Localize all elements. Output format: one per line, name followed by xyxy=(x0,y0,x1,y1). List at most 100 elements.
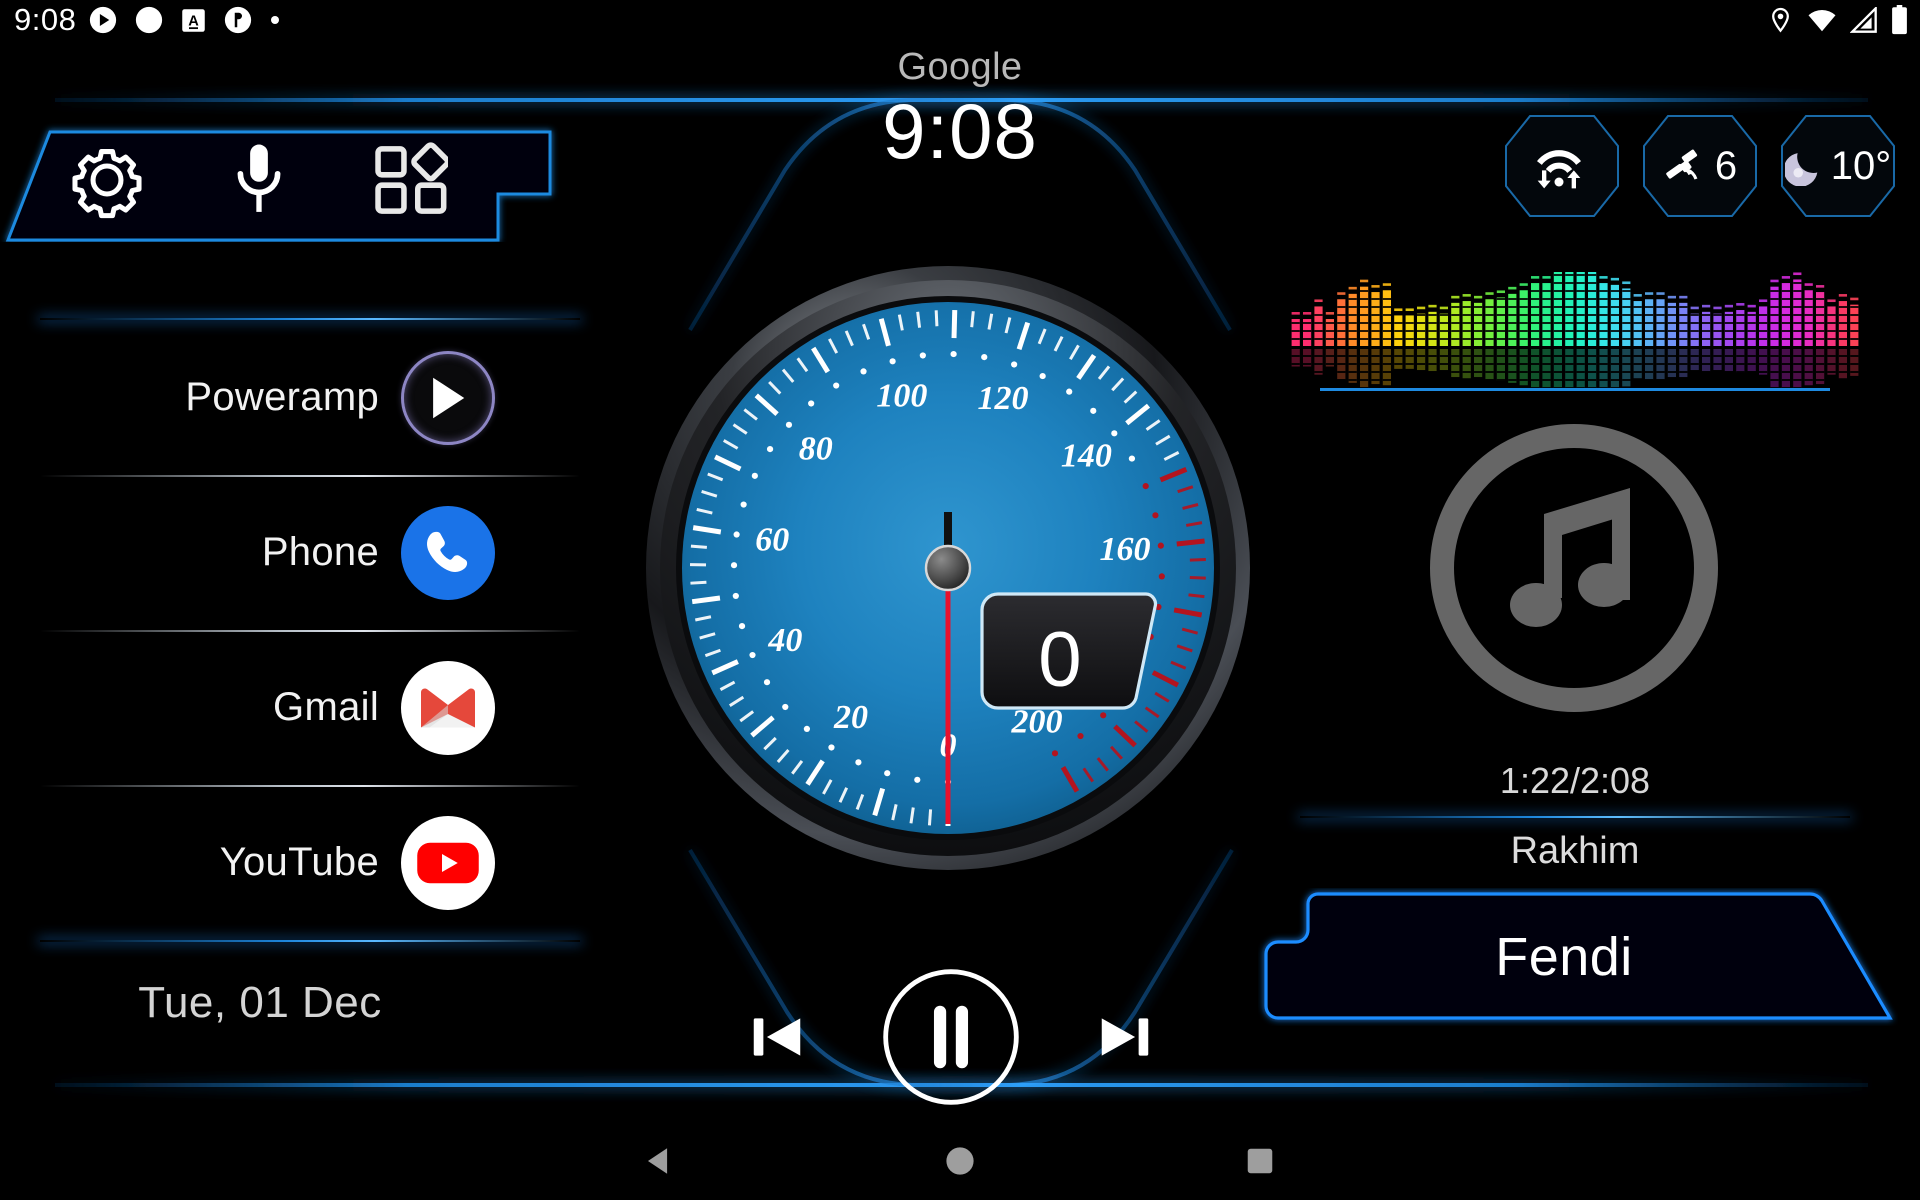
home-circle-icon xyxy=(946,1147,974,1175)
equalizer-bar xyxy=(1428,311,1437,346)
record-circle-icon xyxy=(135,6,163,34)
status-bar: 9:08 A xyxy=(0,0,1920,40)
equalizer-bar xyxy=(1793,279,1802,346)
gauge-tick-label: 100 xyxy=(876,378,927,415)
track-title: Fendi xyxy=(1495,927,1633,987)
gauge-tick-label: 80 xyxy=(799,430,833,467)
equalizer-bar xyxy=(1816,292,1825,346)
list-item[interactable]: Gmail xyxy=(0,630,580,787)
app-icon-poweramp[interactable] xyxy=(401,350,495,445)
track-title-panel[interactable]: Fendi xyxy=(1258,888,1898,1026)
previous-track-button[interactable] xyxy=(746,1006,808,1068)
equalizer-bar xyxy=(1439,313,1449,346)
list-item[interactable]: YouTube xyxy=(0,785,580,942)
svg-text:A: A xyxy=(188,13,199,29)
recents-square-icon xyxy=(1247,1148,1273,1174)
gauge-tick-label: 120 xyxy=(978,380,1029,417)
music-note-icon xyxy=(1510,488,1630,627)
all-apps-button[interactable] xyxy=(372,141,451,223)
quick-actions-panel xyxy=(0,122,570,242)
app-label: Phone xyxy=(261,530,379,574)
gps-badge[interactable]: 6 xyxy=(1638,110,1762,222)
apps-grid-icon xyxy=(375,141,451,214)
app-label: Poweramp xyxy=(185,375,379,419)
equalizer-bar xyxy=(1759,306,1768,346)
main-clock[interactable]: 9:08 xyxy=(710,91,1210,172)
equalizer-bar xyxy=(1314,306,1323,346)
date-label: Tue, 01 Dec xyxy=(138,978,382,1027)
equalizer-bar xyxy=(1371,292,1380,346)
equalizer-bar xyxy=(1622,288,1631,346)
track-divider xyxy=(1300,816,1850,818)
equalizer-bar xyxy=(1747,311,1756,346)
battery-icon xyxy=(1892,5,1907,35)
satellite-icon xyxy=(1666,149,1698,180)
speedometer-gauge: 020406080100120140160180200 0 xyxy=(642,262,1254,874)
weather-badge[interactable]: 10° xyxy=(1776,110,1900,222)
equalizer-bar xyxy=(1724,311,1734,346)
gmail-envelope-icon xyxy=(421,687,475,727)
next-track-button[interactable] xyxy=(1094,1006,1156,1068)
search-provider-label[interactable]: Google xyxy=(710,48,1210,86)
nav-back-button[interactable] xyxy=(625,1126,695,1196)
equalizer-bar xyxy=(1417,313,1426,346)
skip-previous-icon xyxy=(753,1018,801,1056)
equalizer-bar xyxy=(1827,306,1836,346)
app-icon-phone[interactable] xyxy=(401,505,495,600)
gps-satellite-count: 6 xyxy=(1714,143,1738,188)
gauge-tick-label: 160 xyxy=(1100,531,1151,568)
needle-hub xyxy=(924,544,972,592)
list-divider xyxy=(40,940,580,942)
pause-circle-icon xyxy=(883,969,1019,1105)
car-dashboard-home: 9:08 A Google 9:08 Poweramp Phone Gmail … xyxy=(0,0,1920,1200)
track-artist: Rakhim xyxy=(1510,830,1640,872)
gauge-tick-label: 20 xyxy=(833,699,868,736)
wifi-icon xyxy=(1808,10,1836,32)
skip-next-icon xyxy=(1101,1018,1149,1056)
app-shortcut-list: Poweramp Phone Gmail YouTube xyxy=(0,300,580,980)
location-pin-icon xyxy=(1772,7,1789,33)
equalizer-bar xyxy=(1360,286,1369,346)
gear-icon xyxy=(72,148,142,218)
equalizer-bar xyxy=(1690,313,1699,346)
voice-search-button[interactable] xyxy=(228,141,290,224)
microphone-icon xyxy=(237,144,281,212)
media-controls xyxy=(746,962,1156,1112)
app-icon-gmail[interactable] xyxy=(401,660,495,755)
dot-icon xyxy=(271,16,279,24)
wifi-updown-icon xyxy=(1537,150,1581,189)
app-label: YouTube xyxy=(219,840,379,884)
app-badge-icon xyxy=(224,6,252,34)
album-art-placeholder[interactable] xyxy=(1424,418,1724,718)
app-label: Gmail xyxy=(273,685,379,729)
translate-icon: A xyxy=(182,8,205,32)
moon-icon xyxy=(1784,153,1818,186)
nav-home-button[interactable] xyxy=(925,1126,995,1196)
youtube-play-icon xyxy=(417,842,479,883)
cell-signal-icon xyxy=(1850,7,1877,33)
app-icon-youtube[interactable] xyxy=(401,815,495,910)
visualizer-underline xyxy=(1320,388,1830,391)
status-badges: 6 10° xyxy=(1500,110,1900,222)
list-item[interactable]: Phone xyxy=(0,475,580,632)
gauge-tick-label: 40 xyxy=(767,622,802,659)
play-pause-button[interactable] xyxy=(880,966,1022,1108)
play-circle-icon xyxy=(89,6,117,34)
phone-handset-icon xyxy=(427,531,468,572)
equalizer-bar xyxy=(1702,311,1711,346)
audio-visualizer xyxy=(1290,254,1860,397)
speed-value-text: 0 xyxy=(1038,615,1081,703)
settings-button[interactable] xyxy=(68,141,146,224)
play-triangle-icon xyxy=(433,377,465,418)
gauge-tick-label: 140 xyxy=(1061,437,1112,474)
equalizer-bar xyxy=(1713,313,1722,346)
nav-recents-button[interactable] xyxy=(1225,1126,1295,1196)
status-bar-notification-icons: A xyxy=(88,5,281,35)
wifi-data-badge[interactable] xyxy=(1500,110,1624,222)
track-progress-time: 1:22/2:08 xyxy=(1499,760,1651,801)
back-triangle-icon xyxy=(647,1148,668,1174)
center-header: Google 9:08 xyxy=(710,48,1210,172)
gauge-tick-label: 60 xyxy=(755,522,789,559)
list-item[interactable]: Poweramp xyxy=(0,320,580,477)
status-bar-system-icons xyxy=(1767,5,1908,35)
